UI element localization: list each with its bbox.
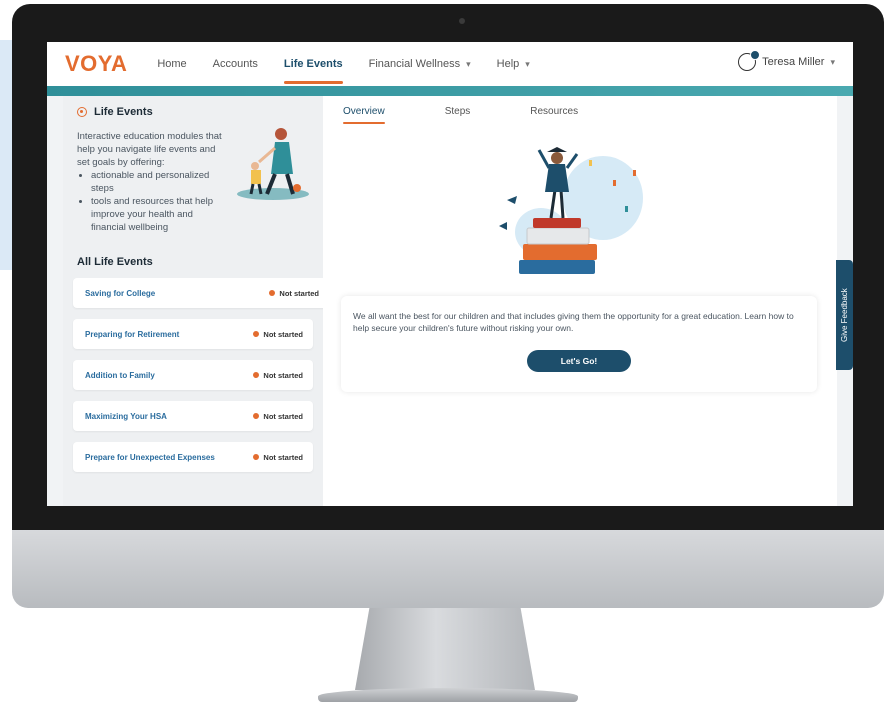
tab-resources[interactable]: Resources bbox=[530, 106, 578, 124]
caret-down-icon: ▾ bbox=[525, 59, 530, 69]
nav-life-events[interactable]: Life Events bbox=[283, 42, 343, 86]
life-event-preparing-for-retirement[interactable]: Preparing for Retirement Not started bbox=[73, 319, 313, 349]
give-feedback-button[interactable]: Give Feedback bbox=[836, 260, 853, 370]
all-life-events-title: All Life Events bbox=[77, 256, 153, 268]
status-dot-icon bbox=[253, 331, 260, 337]
caret-down-icon: ▾ bbox=[466, 59, 471, 69]
life-events-icon bbox=[77, 107, 87, 117]
status-badge: Not started bbox=[253, 330, 303, 339]
status-badge: Not started bbox=[253, 453, 303, 462]
overview-description: We all want the best for our children an… bbox=[353, 311, 794, 333]
life-event-addition-to-family[interactable]: Addition to Family Not started bbox=[73, 360, 313, 390]
sidebar-bullet: actionable and personalized steps bbox=[91, 169, 227, 195]
header-band bbox=[47, 86, 853, 96]
top-navigation: VOYA Home Accounts Life Events Financial… bbox=[47, 42, 853, 86]
lets-go-button[interactable]: Let's Go! bbox=[527, 350, 631, 372]
life-event-maximizing-your-hsa[interactable]: Maximizing Your HSA Not started bbox=[73, 401, 313, 431]
status-badge: Not started bbox=[253, 412, 303, 421]
user-menu[interactable]: Teresa Miller ▾ bbox=[738, 50, 835, 71]
monitor-base bbox=[318, 688, 578, 702]
status-badge: Not started bbox=[253, 371, 303, 380]
sidebar-intro-text: Interactive education modules that help … bbox=[77, 131, 222, 168]
caret-down-icon: ▾ bbox=[830, 56, 835, 67]
nav-home[interactable]: Home bbox=[157, 42, 186, 86]
status-dot-icon bbox=[253, 413, 260, 419]
user-name: Teresa Miller bbox=[762, 56, 825, 68]
overview-card: We all want the best for our children an… bbox=[341, 296, 817, 392]
monitor-chin bbox=[12, 530, 884, 608]
sidebar-title: Life Events bbox=[94, 106, 153, 118]
status-badge: Not started bbox=[269, 289, 319, 298]
sidebar-intro: Interactive education modules that help … bbox=[77, 130, 227, 234]
monitor-stand bbox=[355, 608, 535, 690]
user-avatar-icon bbox=[738, 50, 761, 71]
sidebar-bullet: tools and resources that help improve yo… bbox=[91, 195, 227, 234]
status-dot-icon bbox=[253, 372, 260, 378]
graduation-illustration bbox=[499, 147, 643, 274]
sidebar-bullets: actionable and personalized steps tools … bbox=[77, 169, 227, 234]
camera-icon bbox=[459, 18, 465, 24]
status-dot-icon bbox=[269, 290, 276, 296]
nav-accounts[interactable]: Accounts bbox=[213, 42, 258, 86]
main-content: Overview Steps Resources We all want the… bbox=[323, 96, 837, 506]
tab-steps[interactable]: Steps bbox=[445, 106, 471, 124]
screen: VOYA Home Accounts Life Events Financial… bbox=[47, 42, 853, 506]
life-event-saving-for-college[interactable]: Saving for College Not started bbox=[73, 278, 329, 308]
voya-logo[interactable]: VOYA bbox=[65, 51, 127, 77]
sidebar: Life Events Interactive education module… bbox=[63, 96, 329, 506]
content-tabs: Overview Steps Resources bbox=[343, 106, 638, 124]
tab-overview[interactable]: Overview bbox=[343, 106, 385, 124]
life-event-unexpected-expenses[interactable]: Prepare for Unexpected Expenses Not star… bbox=[73, 442, 313, 472]
family-walking-illustration bbox=[237, 128, 309, 200]
status-dot-icon bbox=[253, 454, 260, 460]
life-events-list: Saving for College Not started Preparing… bbox=[73, 278, 329, 483]
nav-financial-wellness[interactable]: Financial Wellness ▾ bbox=[369, 42, 471, 86]
nav-help[interactable]: Help ▾ bbox=[497, 42, 530, 86]
